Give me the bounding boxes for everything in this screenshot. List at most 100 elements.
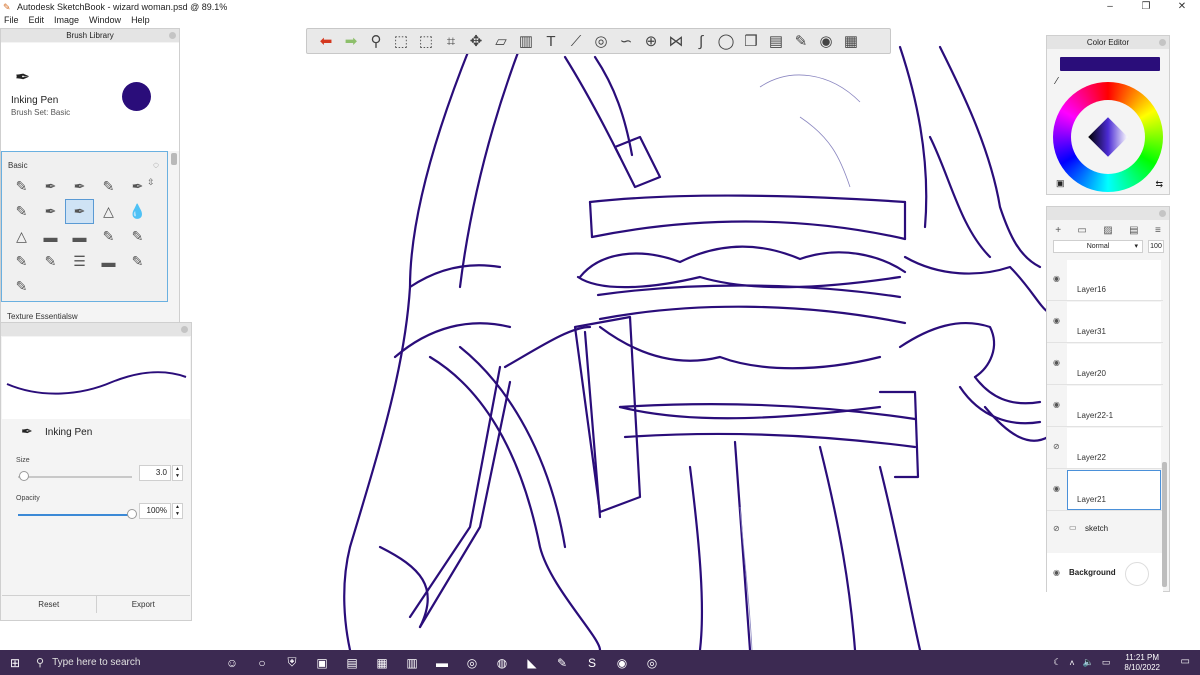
clock[interactable]: 11:21 PM 8/10/2022	[1124, 653, 1160, 673]
delete-layer-icon[interactable]: ▤	[1129, 225, 1138, 236]
obs-icon[interactable]: ◎	[640, 652, 664, 674]
chevron-up-icon[interactable]: ˄	[1069, 658, 1074, 668]
layers-scrollbar[interactable]	[1162, 462, 1167, 587]
app-icon[interactable]: ▤	[340, 652, 364, 674]
add-image-icon[interactable]: ▨	[1103, 225, 1112, 236]
brush-cell[interactable]: ✎	[7, 249, 36, 274]
opacity-knob[interactable]	[127, 509, 137, 519]
brush-library-scrollbar[interactable]	[171, 153, 177, 165]
color-wheel[interactable]	[1053, 82, 1163, 192]
discord-icon[interactable]: ◍	[490, 652, 514, 674]
stroke-icon[interactable]: ∫	[690, 30, 712, 52]
distort-icon[interactable]: ▱	[490, 30, 512, 52]
layer-row[interactable]: ⊘ Layer22	[1047, 427, 1163, 469]
brush-cell[interactable]: ✒	[36, 199, 65, 224]
taskbar-search[interactable]: ⚲ Type here to search	[30, 650, 190, 675]
close-button[interactable]: ✕	[1164, 0, 1200, 13]
brush-cell[interactable]: ✒	[36, 174, 65, 199]
speaker-icon[interactable]: 🔈	[1083, 657, 1094, 668]
ellipse-icon[interactable]: ◎	[590, 30, 612, 52]
background-layer[interactable]: ◉ Background	[1047, 553, 1163, 595]
visibility-icon[interactable]: ◉	[1053, 274, 1060, 283]
background-color-swatch[interactable]	[1125, 562, 1149, 586]
night-light-icon[interactable]: ☾	[1053, 657, 1061, 668]
size-knob[interactable]	[18, 471, 29, 481]
hidden-icon[interactable]: ⊘	[1053, 524, 1060, 533]
visibility-icon[interactable]: ◉	[1053, 358, 1060, 367]
ruler-icon[interactable]: ⟋	[565, 30, 587, 52]
swap-colors-icon[interactable]: ⇆	[1155, 179, 1163, 190]
sketchbook-icon[interactable]: ✎	[550, 652, 574, 674]
french-curve-icon[interactable]: ∽	[615, 30, 637, 52]
layer-row[interactable]: ◉ Layer16	[1047, 259, 1163, 301]
chrome-icon[interactable]: ◉	[610, 652, 634, 674]
visibility-icon[interactable]: ◉	[1053, 484, 1060, 493]
hidden-icon[interactable]: ⊘	[1053, 442, 1060, 451]
panel-close-icon[interactable]	[1159, 39, 1166, 46]
redo-icon[interactable]: ➡	[340, 30, 362, 52]
select-icon[interactable]: ⬚	[390, 30, 412, 52]
windows-start-icon[interactable]: ⊞	[0, 656, 30, 670]
brush-cell[interactable]: 💧	[123, 199, 152, 224]
fill-color-icon[interactable]: ▣	[1056, 178, 1065, 189]
opacity-slider[interactable]: Opacity 100% ▲ ▼	[9, 493, 187, 527]
layer-opacity-value[interactable]: 100	[1148, 240, 1164, 253]
size-value[interactable]: 3.0	[139, 465, 171, 481]
current-color-swatch[interactable]	[122, 82, 151, 111]
brush-cell[interactable]: ▬	[36, 224, 65, 249]
panel-close-icon[interactable]	[1159, 210, 1166, 217]
undo-icon[interactable]: ⬅	[315, 30, 337, 52]
add-group-icon[interactable]: ▭	[1077, 225, 1086, 236]
visibility-icon[interactable]: ◉	[1053, 568, 1060, 577]
export-button[interactable]: Export	[97, 596, 191, 613]
brush-cell[interactable]: ✎	[94, 174, 123, 199]
size-stepper[interactable]: ▲ ▼	[172, 465, 183, 481]
opacity-stepper[interactable]: ▲ ▼	[172, 503, 183, 519]
task-view-icon[interactable]: ○	[250, 652, 274, 674]
layer-row[interactable]: ◉ Layer31	[1047, 301, 1163, 343]
app-icon[interactable]: ◣	[520, 652, 544, 674]
menu-file[interactable]: File	[4, 15, 19, 25]
panel-close-icon[interactable]	[169, 32, 176, 39]
size-track[interactable]	[18, 476, 132, 478]
visibility-icon[interactable]: ◉	[1053, 316, 1060, 325]
menu-edit[interactable]: Edit	[29, 15, 45, 25]
menu-help[interactable]: Help	[131, 15, 150, 25]
menu-image[interactable]: Image	[54, 15, 79, 25]
brush-cell[interactable]: ▬	[65, 224, 94, 249]
brush-library-icon[interactable]: ✎	[790, 30, 812, 52]
layer-group[interactable]: ⊘ ▭ sketch	[1047, 511, 1163, 553]
add-layer-icon[interactable]: +	[1055, 225, 1061, 236]
transform-icon[interactable]: ✥	[465, 30, 487, 52]
brush-cell[interactable]: ✎	[7, 274, 36, 299]
layer-row[interactable]: ◉ Layer22-1	[1047, 385, 1163, 427]
brush-cell-selected[interactable]: ✒	[65, 199, 94, 224]
emoji-icon[interactable]: ☺	[220, 652, 244, 674]
visibility-icon[interactable]: ◉	[1053, 400, 1060, 409]
maximize-button[interactable]: ❐	[1128, 0, 1164, 13]
minimize-button[interactable]: –	[1092, 0, 1128, 13]
layer-row-selected[interactable]: ◉ Layer21	[1047, 469, 1163, 511]
brush-cell[interactable]: ✒	[65, 174, 94, 199]
brush-cell[interactable]: ✎	[123, 224, 152, 249]
saturation-value-picker[interactable]	[1088, 117, 1128, 157]
menu-window[interactable]: Window	[89, 15, 121, 25]
crop-icon[interactable]: ⌗	[440, 30, 462, 52]
brush-cell[interactable]: △	[94, 199, 123, 224]
opacity-value[interactable]: 100%	[139, 503, 171, 519]
reorder-arrows-icon[interactable]: ⇳	[147, 177, 155, 188]
security-icon[interactable]: ⛨	[280, 652, 304, 674]
zoom-icon[interactable]: ⚲	[365, 30, 387, 52]
text-icon[interactable]: T	[540, 30, 562, 52]
brush-cell[interactable]: ☰	[65, 249, 94, 274]
skype-icon[interactable]: S	[580, 652, 604, 674]
blend-mode-select[interactable]: Normal ▾	[1053, 240, 1143, 253]
network-icon[interactable]: ▭	[1102, 657, 1111, 668]
brush-cell[interactable]: ✎	[7, 174, 36, 199]
fill-icon[interactable]: ▥	[515, 30, 537, 52]
layer-row[interactable]: ◉ Layer20	[1047, 343, 1163, 385]
symmetry-icon[interactable]: ⋈	[665, 30, 687, 52]
brush-cell[interactable]: ✎	[94, 224, 123, 249]
layer-editor-icon[interactable]: ▤	[765, 30, 787, 52]
brush-cell[interactable]: ✎	[36, 249, 65, 274]
